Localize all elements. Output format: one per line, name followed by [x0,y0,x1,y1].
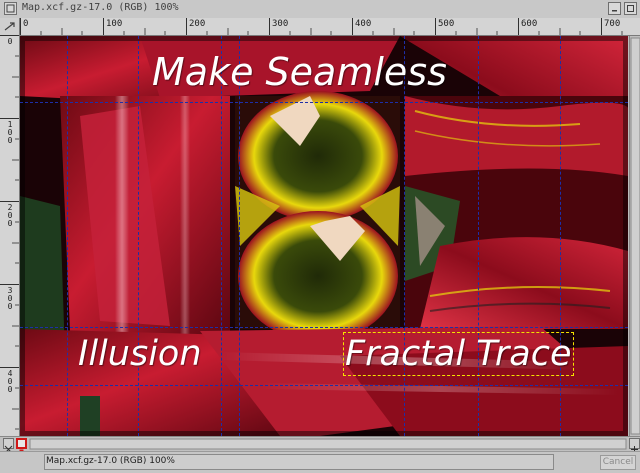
vertical-guide[interactable] [239,36,240,436]
ruler-left-label: 400 [7,369,13,394]
vertical-guide[interactable] [138,36,139,436]
ruler-left-label: 0 [7,37,13,46]
fractal-trace-text-layer[interactable]: Fractal Trace [343,332,574,376]
vertical-guide[interactable] [478,36,479,436]
window-titlebar[interactable]: Map.xcf.gz-17.0 (RGB) 100% [0,0,640,19]
horizontal-guide[interactable] [20,327,628,328]
maximize-icon[interactable] [624,2,637,15]
quick-mask-icon[interactable] [3,438,14,454]
horizontal-scrollbar[interactable] [0,436,640,451]
ruler-top-label: 700 [604,19,621,29]
vertical-guide[interactable] [221,36,222,436]
vertical-ruler[interactable]: 0 100 200 300 400 [0,35,20,436]
ruler-left-label: 100 [7,120,13,145]
ruler-corner[interactable] [0,18,20,36]
illusion-text-layer[interactable]: Illusion [78,334,202,374]
ruler-top-label: 0 [23,19,29,29]
ruler-left-label: 300 [7,286,13,311]
minimize-icon[interactable] [608,2,621,15]
navigate-icon[interactable] [629,438,640,453]
horizontal-guide[interactable] [20,385,628,386]
headline-text-layer[interactable]: Make Seamless [152,50,447,94]
vertical-scrollbar[interactable] [629,36,640,436]
window-menu-icon[interactable] [4,2,17,15]
vertical-guide[interactable] [67,36,68,436]
image-canvas[interactable]: Make Seamless Illusion Fractal Trace [20,36,628,436]
ruler-top-label: 300 [272,19,289,29]
ruler-top-label: 200 [189,19,206,29]
cancel-button[interactable]: Cancel [600,455,636,470]
ruler-top-label: 400 [355,19,372,29]
horizontal-guide[interactable] [20,102,628,103]
window-title: Map.xcf.gz-17.0 (RGB) 100% [22,2,179,13]
ruler-top-label: 100 [106,19,123,29]
quick-mask-toggle-icon[interactable] [16,438,27,454]
vertical-guide[interactable] [404,36,405,436]
ruler-top-label: 600 [521,19,538,29]
horizontal-ruler[interactable]: 0 100 200 300 400 500 600 700 [20,18,640,36]
vertical-guide[interactable] [560,36,561,436]
status-bar: Map.xcf.gz-17.0 (RGB) 100% Cancel [0,451,640,473]
ruler-top-label: 500 [438,19,455,29]
ruler-left-label: 200 [7,203,13,228]
status-text: Map.xcf.gz-17.0 (RGB) 100% [46,456,175,466]
tulip-collage-image [20,36,628,436]
